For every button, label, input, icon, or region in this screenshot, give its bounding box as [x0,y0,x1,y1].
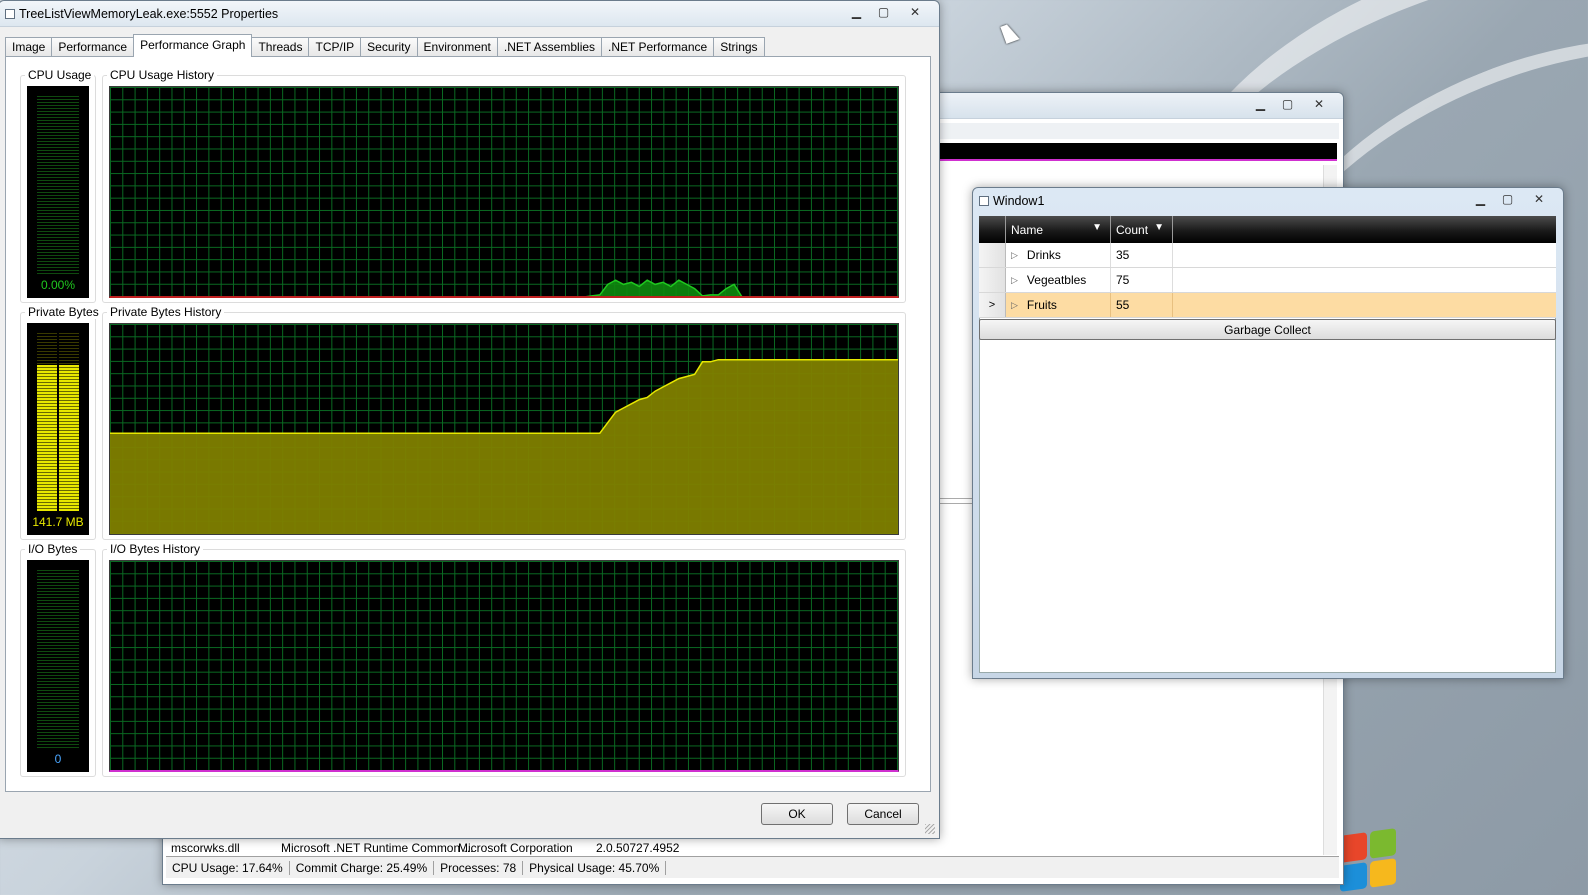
window1-title: Window1 [993,194,1045,208]
status-cpu: CPU Usage: 17.64% [166,860,290,875]
private-history-label: Private Bytes History [107,305,225,319]
tab-performance-graph[interactable]: Performance Graph [133,34,253,57]
tab-net-assemblies[interactable]: .NET Assemblies [496,37,603,57]
cpu-usage-value: 0.00% [40,278,76,292]
row-header-corner [979,216,1006,243]
cpu-history-group: CPU Usage History [102,68,906,303]
io-history-plot [110,561,899,771]
io-history-graph [109,560,899,772]
io-history-group: I/O Bytes History [102,542,906,777]
io-bytes-value: 0 [54,752,62,766]
tab-security[interactable]: Security [360,37,418,57]
cell-name[interactable]: ▷ Fruits [1006,293,1111,317]
cpu-meter-track [37,96,79,274]
tab-environment[interactable]: Environment [416,37,498,57]
minimize-icon[interactable]: ▁ [1467,190,1494,208]
column-header-count[interactable]: Count ▼ [1111,216,1173,243]
row-header-current[interactable]: > [979,293,1006,317]
cell-name[interactable]: ▷ Drinks [1006,243,1111,267]
row-header[interactable] [979,268,1006,292]
tab-tcpip[interactable]: TCP/IP [308,37,362,57]
status-bar: CPU Usage: 17.64% Commit Charge: 25.49% … [166,856,1339,878]
cell-count[interactable]: 35 [1111,243,1173,267]
dll-list-row[interactable]: mscorwks.dll Microsoft .NET Runtime Comm… [171,841,679,855]
io-bytes-meter: 0 [27,560,89,772]
close-icon[interactable]: ✕ [897,3,933,21]
maximize-icon[interactable]: ▢ [870,3,897,21]
cpu-series-area [591,280,742,296]
cpu-history-graph [109,86,899,298]
table-row-selected[interactable]: > ▷ Fruits 55 [979,293,1556,318]
row-header[interactable] [979,243,1006,267]
cell-count[interactable]: 75 [1111,268,1173,292]
tab-image[interactable]: Image [5,37,53,57]
io-meter-track [37,570,79,748]
cpu-usage-meter: 0.00% [27,86,89,298]
filter-icon[interactable]: ▼ [1092,222,1102,233]
windows-logo-icon [1340,828,1396,892]
filter-icon[interactable]: ▼ [1154,222,1164,233]
private-bytes-value: 141.7 MB [32,515,84,529]
grid-header: Name ▼ Count ▼ [979,216,1556,243]
window1-app-icon [979,196,989,206]
minimize-icon[interactable]: ▁ [843,3,870,21]
dll-version: 2.0.50727.4952 [596,841,680,855]
app-icon [5,8,15,19]
meter-divider [57,333,59,511]
cpu-history-plot [585,279,743,296]
private-bytes-label: Private Bytes [25,305,102,319]
status-commit: Commit Charge: 25.49% [290,860,435,875]
cell-name[interactable]: ▷ Vegeatbles [1006,268,1111,292]
table-row[interactable]: ▷ Drinks 35 [979,243,1556,268]
cpu-series-line [585,279,743,296]
window-controls: ▁ ▢ ✕ [1247,95,1337,113]
cell-count[interactable]: 55 [1111,293,1173,317]
window1-controls: ▁ ▢ ✕ [1467,190,1557,208]
tab-threads[interactable]: Threads [251,37,310,57]
ok-button[interactable]: OK [761,803,833,825]
private-history-graph [109,323,899,535]
private-bytes-group: Private Bytes 141.7 MB [20,305,102,540]
private-bytes-series-area [110,359,898,534]
cpu-history-label: CPU Usage History [107,68,218,82]
properties-title: TreeListViewMemoryLeak.exe:5552 Properti… [19,6,279,21]
close-icon[interactable]: ✕ [1301,95,1337,113]
dll-name: mscorwks.dll [171,841,240,855]
window1: Window1 ▁ ▢ ✕ Name ▼ Count ▼ ▷ Drinks 35 … [972,187,1564,679]
maximize-icon[interactable]: ▢ [1274,95,1301,113]
tab-strings[interactable]: Strings [713,37,765,57]
tab-performance[interactable]: Performance [51,37,135,57]
dll-company: Microsoft Corporation [458,841,573,855]
properties-titlebar: TreeListViewMemoryLeak.exe:5552 Properti… [0,1,939,27]
properties-dialog: TreeListViewMemoryLeak.exe:5552 Properti… [0,0,940,839]
private-history-plot [110,358,898,534]
tab-strip: Image Performance Performance Graph Thre… [5,34,765,57]
close-icon[interactable]: ✕ [1521,190,1557,208]
io-history-label: I/O Bytes History [107,542,204,556]
garbage-collect-button[interactable]: Garbage Collect [979,319,1556,340]
mouse-cursor-icon [1000,22,1020,44]
tree-list-view: Name ▼ Count ▼ ▷ Drinks 35 ▷ Vegeatbles 75… [979,216,1556,340]
column-header-name[interactable]: Name ▼ [1006,216,1111,243]
resize-grip-icon[interactable] [925,824,935,834]
minimize-icon[interactable]: ▁ [1247,95,1274,113]
private-bytes-meter: 141.7 MB [27,323,89,535]
expand-arrow-icon[interactable]: ▷ [1011,275,1018,286]
io-bytes-label: I/O Bytes [25,542,81,556]
private-history-group: Private Bytes History [102,305,906,540]
maximize-icon[interactable]: ▢ [1494,190,1521,208]
properties-controls: ▁ ▢ ✕ [843,3,933,21]
expand-arrow-icon[interactable]: ▷ [1011,300,1018,311]
dll-description: Microsoft .NET Runtime Common ... [281,841,474,855]
cpu-usage-label: CPU Usage [25,68,95,82]
status-processes: Processes: 78 [434,860,524,875]
performance-graph-panel: CPU Usage 0.00% CPU Usage History Privat… [5,56,931,792]
tab-net-performance[interactable]: .NET Performance [601,37,715,57]
status-physical: Physical Usage: 45.70% [523,860,667,875]
cpu-usage-group: CPU Usage 0.00% [20,68,96,303]
io-bytes-group: I/O Bytes 0 [20,542,96,777]
expand-arrow-icon[interactable]: ▷ [1011,250,1018,261]
table-row[interactable]: ▷ Vegeatbles 75 [979,268,1556,293]
cancel-button[interactable]: Cancel [847,803,919,825]
